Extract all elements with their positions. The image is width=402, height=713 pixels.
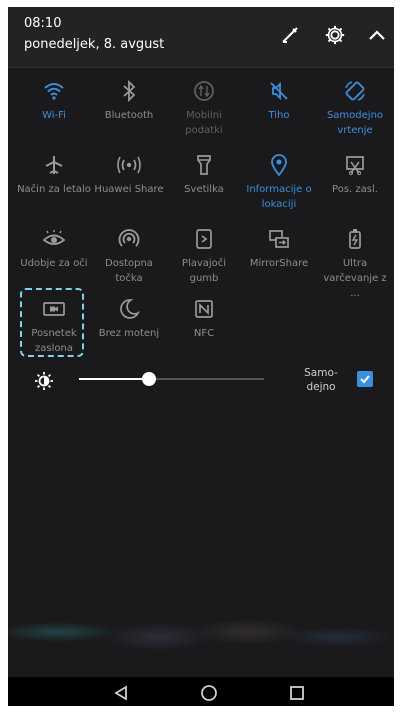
tile-label: Udobje za oči: [20, 258, 88, 269]
brightness-icon: [34, 371, 54, 395]
tile-airplane[interactable]: Način za letalo: [17, 152, 91, 197]
tile-label: Mobilni podatki: [185, 110, 223, 136]
mobile-data-icon: [167, 78, 241, 104]
notification-shade: 08:10 ponedeljek, 8. avgust Wi-Fi Blueto…: [8, 7, 394, 706]
huawei-share-icon: [92, 152, 166, 178]
tile-screenshot[interactable]: Pos. zasl.: [318, 152, 392, 197]
tile-auto-rotate[interactable]: Samodejno vrtenje: [318, 78, 392, 138]
tile-label: Svetilka: [184, 184, 224, 195]
tile-mirrorshare[interactable]: MirrorShare: [242, 226, 316, 271]
tile-label: Bluetooth: [104, 110, 154, 121]
auto-brightness-checkbox[interactable]: [357, 371, 373, 387]
home-icon[interactable]: [200, 684, 218, 702]
collapse-icon[interactable]: [363, 21, 391, 49]
settings-icon[interactable]: [321, 21, 349, 49]
header-divider: [8, 67, 394, 68]
tile-floating-dock[interactable]: Plavajoči gumb: [167, 226, 241, 286]
wifi-icon: [17, 78, 91, 104]
tile-hotspot[interactable]: Dostopna točka: [92, 226, 166, 286]
blurred-background: [8, 577, 394, 677]
back-icon[interactable]: [112, 684, 130, 702]
auto-brightness-label: Samo-dejno: [304, 367, 338, 393]
tile-mobile-data[interactable]: Mobilni podatki: [167, 78, 241, 138]
bluetooth-icon: [92, 78, 166, 104]
tile-label: Wi-Fi: [42, 110, 66, 121]
moon-icon: [92, 296, 166, 322]
tile-label: Informacije o lokaciji: [246, 184, 312, 210]
hotspot-icon: [92, 226, 166, 252]
tile-label: Samodejno vrtenje: [326, 110, 384, 136]
tile-do-not-disturb[interactable]: Brez motenj: [92, 296, 166, 341]
tile-label: Ultra varčevanje z ...: [323, 258, 387, 299]
tile-label: MirrorShare: [249, 258, 309, 269]
tile-label: Pos. zasl.: [332, 184, 378, 195]
tile-label: Dostopna točka: [105, 258, 153, 284]
tile-label: Način za letalo: [17, 184, 91, 195]
status-header: 08:10 ponedeljek, 8. avgust: [8, 7, 394, 67]
tile-silent[interactable]: Tiho: [242, 78, 316, 123]
brightness-slider-fill: [79, 378, 150, 380]
tile-wifi[interactable]: Wi-Fi: [17, 78, 91, 123]
tile-nfc[interactable]: NFC: [167, 296, 241, 341]
silent-icon: [242, 78, 316, 104]
battery-icon: [318, 226, 392, 252]
tile-huawei-share[interactable]: Huawei Share: [92, 152, 166, 197]
tile-label: NFC: [193, 328, 215, 339]
nfc-icon: [167, 296, 241, 322]
navigation-bar: [8, 677, 394, 706]
screenshot-icon: [318, 152, 392, 178]
mirrorshare-icon: [242, 226, 316, 252]
tile-location[interactable]: Informacije o lokaciji: [242, 152, 316, 212]
auto-rotate-icon: [318, 78, 392, 104]
tile-label: Tiho: [268, 110, 290, 121]
tile-label: Brez motenj: [98, 328, 160, 339]
tile-bluetooth[interactable]: Bluetooth: [92, 78, 166, 123]
airplane-icon: [17, 152, 91, 178]
location-icon: [242, 152, 316, 178]
tile-eye-comfort[interactable]: Udobje za oči: [17, 226, 91, 271]
eye-icon: [17, 226, 91, 252]
clock: 08:10: [24, 16, 62, 31]
recents-icon[interactable]: [288, 684, 306, 702]
tile-ultra-power[interactable]: Ultra varčevanje z ...: [318, 226, 392, 301]
tile-label: Plavajoči gumb: [181, 258, 227, 284]
screen-record-highlight: [20, 288, 84, 357]
tile-flashlight[interactable]: Svetilka: [167, 152, 241, 197]
flashlight-icon: [167, 152, 241, 178]
floating-dock-icon: [167, 226, 241, 252]
brightness-slider-thumb[interactable]: [142, 372, 157, 386]
tile-label: Huawei Share: [94, 184, 164, 195]
edit-icon[interactable]: [276, 21, 304, 49]
date-label: ponedeljek, 8. avgust: [24, 37, 165, 52]
